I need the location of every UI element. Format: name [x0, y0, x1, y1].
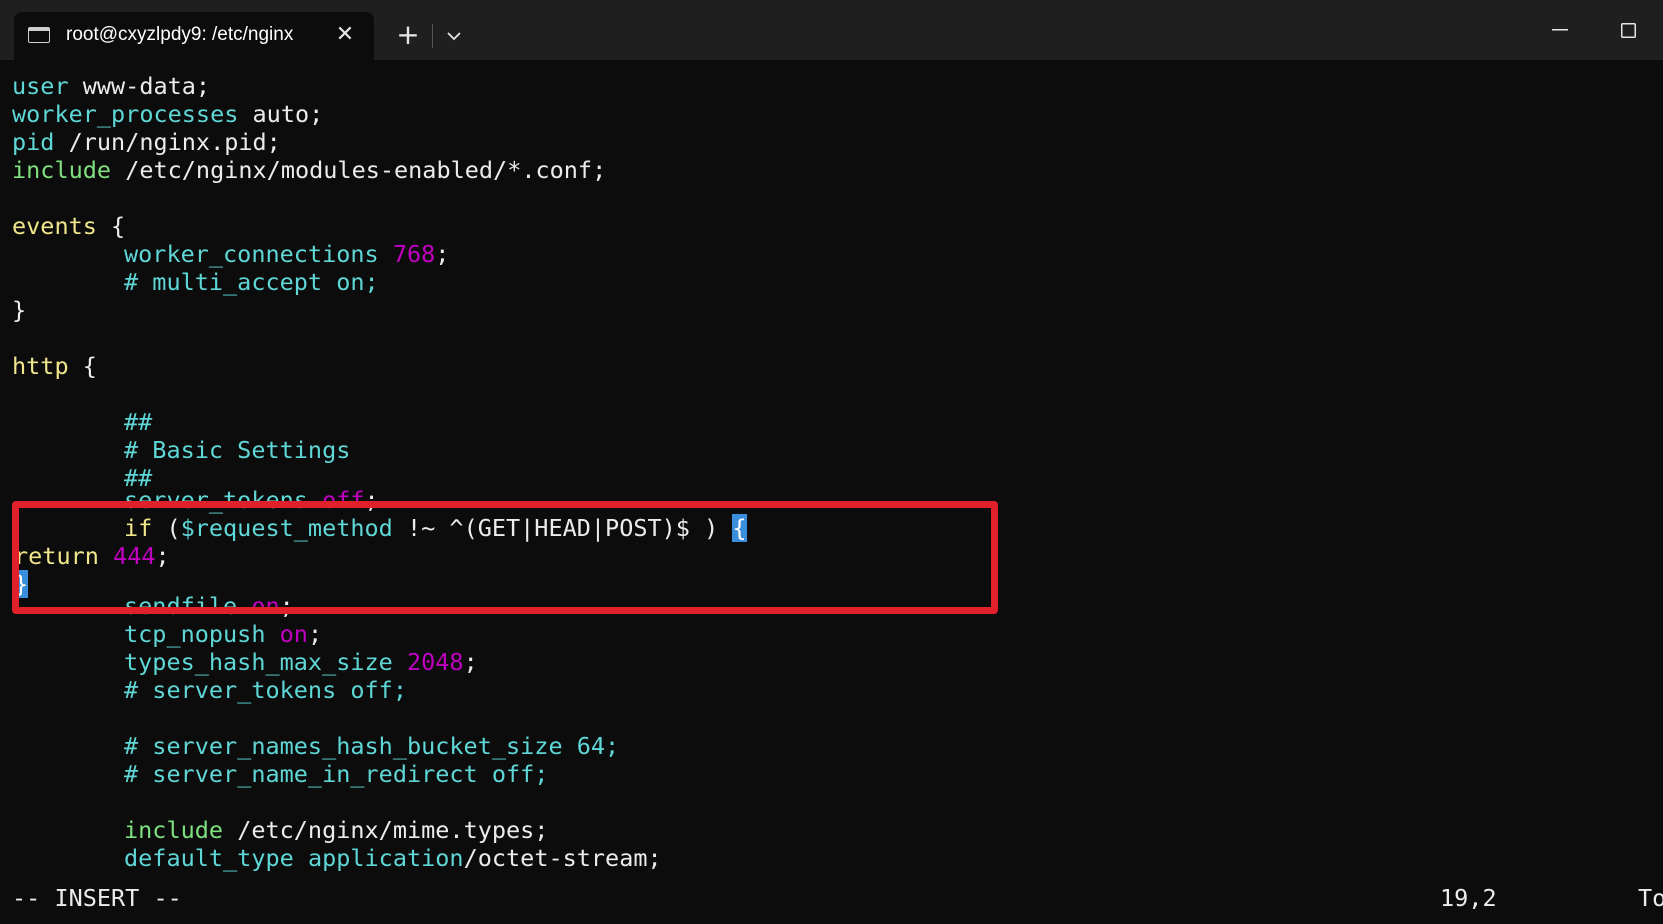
minimize-button[interactable]	[1536, 10, 1582, 50]
tab-close-button[interactable]: ✕	[330, 20, 360, 50]
code-line: # server_name_in_redirect off;	[124, 760, 549, 788]
vim-mode-indicator: -- INSERT --	[12, 884, 182, 912]
code-line: }	[12, 296, 27, 324]
code-line: # Basic Settings	[124, 436, 351, 464]
terminal-editor[interactable]: user www-data; worker_processes auto; pi…	[0, 60, 1663, 924]
code-line: events {	[12, 212, 126, 240]
tab-divider	[432, 24, 433, 48]
code-line: pid /run/nginx.pid;	[12, 128, 281, 156]
code-line: include /etc/nginx/modules-enabled/*.con…	[12, 156, 607, 184]
new-tab-button[interactable]: +	[390, 18, 426, 54]
scroll-position: To	[1638, 884, 1663, 912]
code-line: worker_processes auto;	[12, 100, 324, 128]
code-line: worker_connections 768;	[124, 240, 450, 268]
tab-title: root@cxyzlpdy9: /etc/nginx	[66, 24, 294, 45]
maximize-button[interactable]	[1604, 10, 1650, 50]
terminal-tab[interactable]: root@cxyzlpdy9: /etc/nginx ✕	[14, 12, 374, 60]
code-line: user www-data;	[12, 72, 211, 100]
code-line: # server_tokens off;	[124, 676, 407, 704]
maximize-icon	[1621, 23, 1636, 38]
code-line: http {	[12, 352, 97, 380]
code-line: default_type application/octet-stream;	[124, 844, 662, 872]
tab-dropdown-button[interactable]	[436, 18, 472, 54]
code-line: ##	[124, 408, 153, 436]
code-line: types_hash_max_size 2048;	[124, 648, 478, 676]
code-line: # multi_accept on;	[124, 268, 379, 296]
cursor-position: 19,2	[1440, 884, 1497, 912]
terminal-icon	[28, 27, 50, 43]
title-bar: root@cxyzlpdy9: /etc/nginx ✕ +	[0, 0, 1663, 60]
code-line: tcp_nopush on;	[124, 620, 323, 648]
annotation-highlight-box	[12, 501, 998, 614]
code-line: include /etc/nginx/mime.types;	[124, 816, 549, 844]
code-line: # server_names_hash_bucket_size 64;	[124, 732, 620, 760]
minimize-icon	[1552, 29, 1568, 31]
chevron-down-icon	[447, 32, 461, 41]
